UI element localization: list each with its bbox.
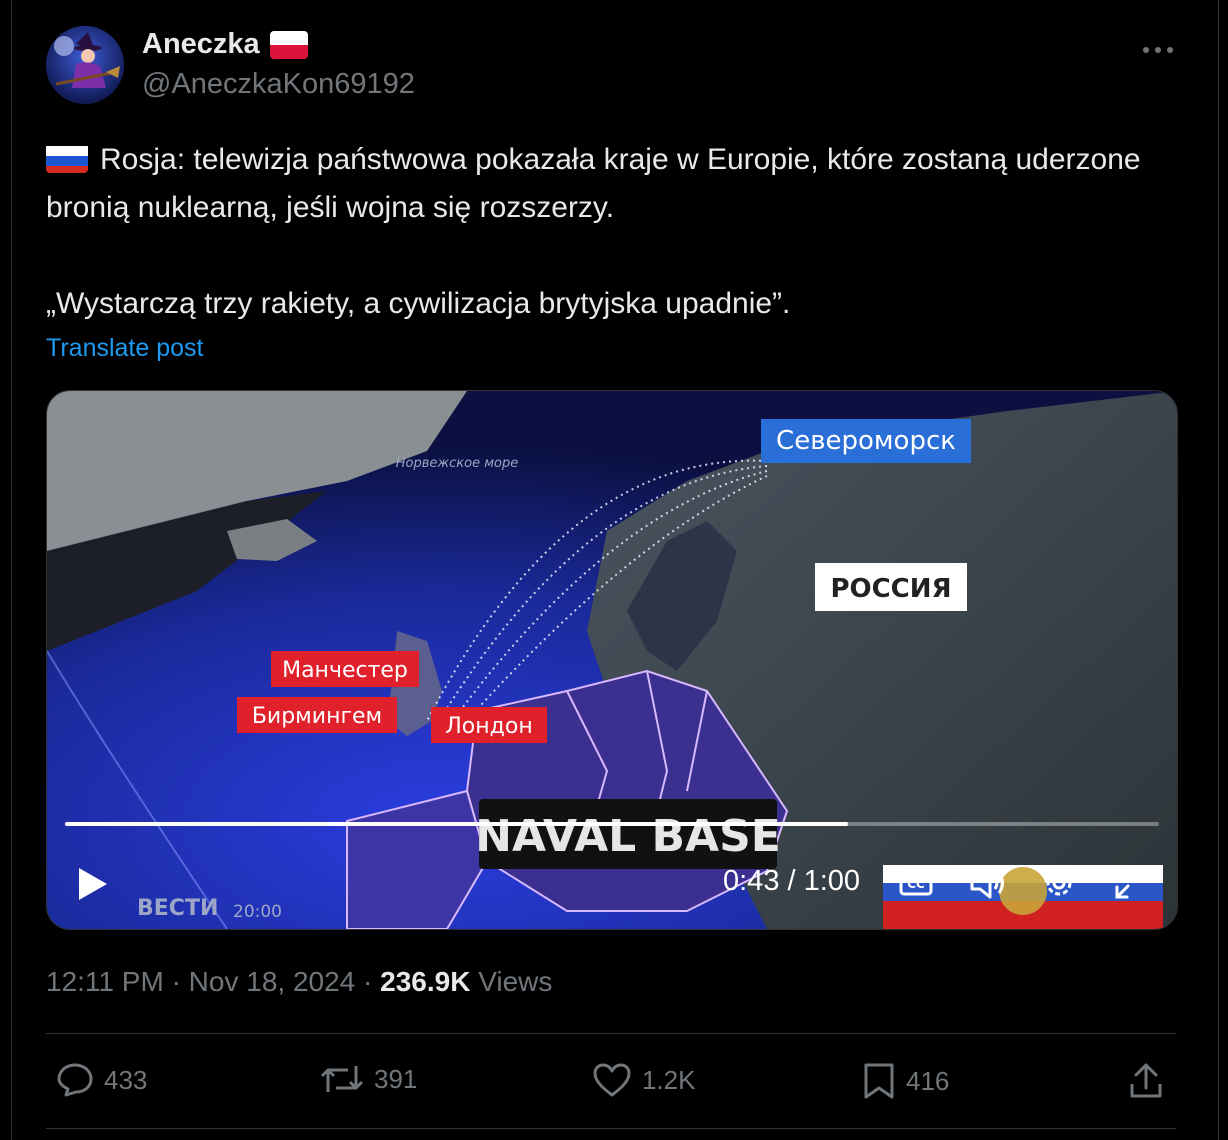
poland-flag-icon — [269, 30, 308, 59]
video-progress-fill — [65, 822, 849, 826]
share-icon — [1128, 1062, 1164, 1100]
repost-button[interactable]: 391 — [320, 1062, 417, 1096]
like-button[interactable]: 1.2K — [592, 1062, 696, 1098]
avatar[interactable] — [46, 26, 124, 104]
label-naval-base: NAVAL BASE — [475, 811, 781, 862]
label-russia: РОССИЯ — [830, 574, 951, 604]
video-player[interactable]: Североморск РОССИЯ Манчестер Бирмингем Л… — [46, 390, 1178, 930]
meta-separator: · — [171, 966, 181, 997]
like-count: 1.2K — [642, 1064, 696, 1095]
reply-button[interactable]: 433 — [56, 1062, 147, 1098]
author-name-row[interactable]: Aneczka — [142, 28, 308, 61]
label-manchester: Манчестер — [282, 658, 408, 683]
translate-post-link[interactable]: Translate post — [46, 334, 203, 363]
bookmark-button[interactable]: 416 — [862, 1062, 949, 1100]
label-birmingham: Бирмингем — [252, 704, 382, 729]
post-meta: 12:11 PM · Nov 18, 2024 · 236.9K Views — [46, 966, 552, 998]
post-paragraph-2: „Wystarczą trzy rakiety, a cywilizacja b… — [46, 287, 791, 320]
label-london: Лондон — [445, 714, 532, 739]
share-button[interactable] — [1128, 1062, 1164, 1100]
divider — [46, 1033, 1176, 1034]
svg-text:CC: CC — [907, 877, 925, 891]
post-time[interactable]: 12:11 PM — [46, 966, 164, 997]
more-options-icon[interactable] — [1142, 30, 1174, 62]
video-progress-bar[interactable] — [65, 822, 1159, 826]
channel-time: 20:00 — [233, 902, 282, 922]
reply-count: 433 — [104, 1064, 148, 1095]
label-sea: Норвежское море — [396, 456, 518, 471]
meta-separator: · — [363, 966, 373, 997]
post-date[interactable]: Nov 18, 2024 — [189, 966, 356, 997]
author-handle[interactable]: @AneczkaKon69192 — [142, 68, 415, 101]
post-text: Rosja: telewizja państwowa pokazała kraj… — [46, 136, 1166, 328]
views-count: 236.9K — [380, 966, 471, 997]
post-paragraph-1: Rosja: telewizja państwowa pokazała kraj… — [46, 143, 1141, 224]
divider — [46, 1128, 1176, 1129]
russia-flag-icon — [46, 143, 88, 173]
author-name[interactable]: Aneczka — [142, 28, 260, 61]
bookmark-count: 416 — [906, 1065, 950, 1096]
repost-count: 391 — [374, 1063, 418, 1094]
reply-icon — [56, 1062, 94, 1098]
heart-icon — [592, 1062, 632, 1098]
video-time: 0:43 / 1:00 — [723, 865, 861, 897]
label-severomorsk: Североморск — [776, 426, 956, 456]
video-frame: Североморск РОССИЯ Манчестер Бирмингем Л… — [47, 391, 1177, 929]
views-label: Views — [478, 966, 553, 997]
channel-logo: ВЕСТИ — [137, 896, 218, 921]
repost-icon — [320, 1062, 364, 1096]
bookmark-icon — [862, 1062, 896, 1100]
